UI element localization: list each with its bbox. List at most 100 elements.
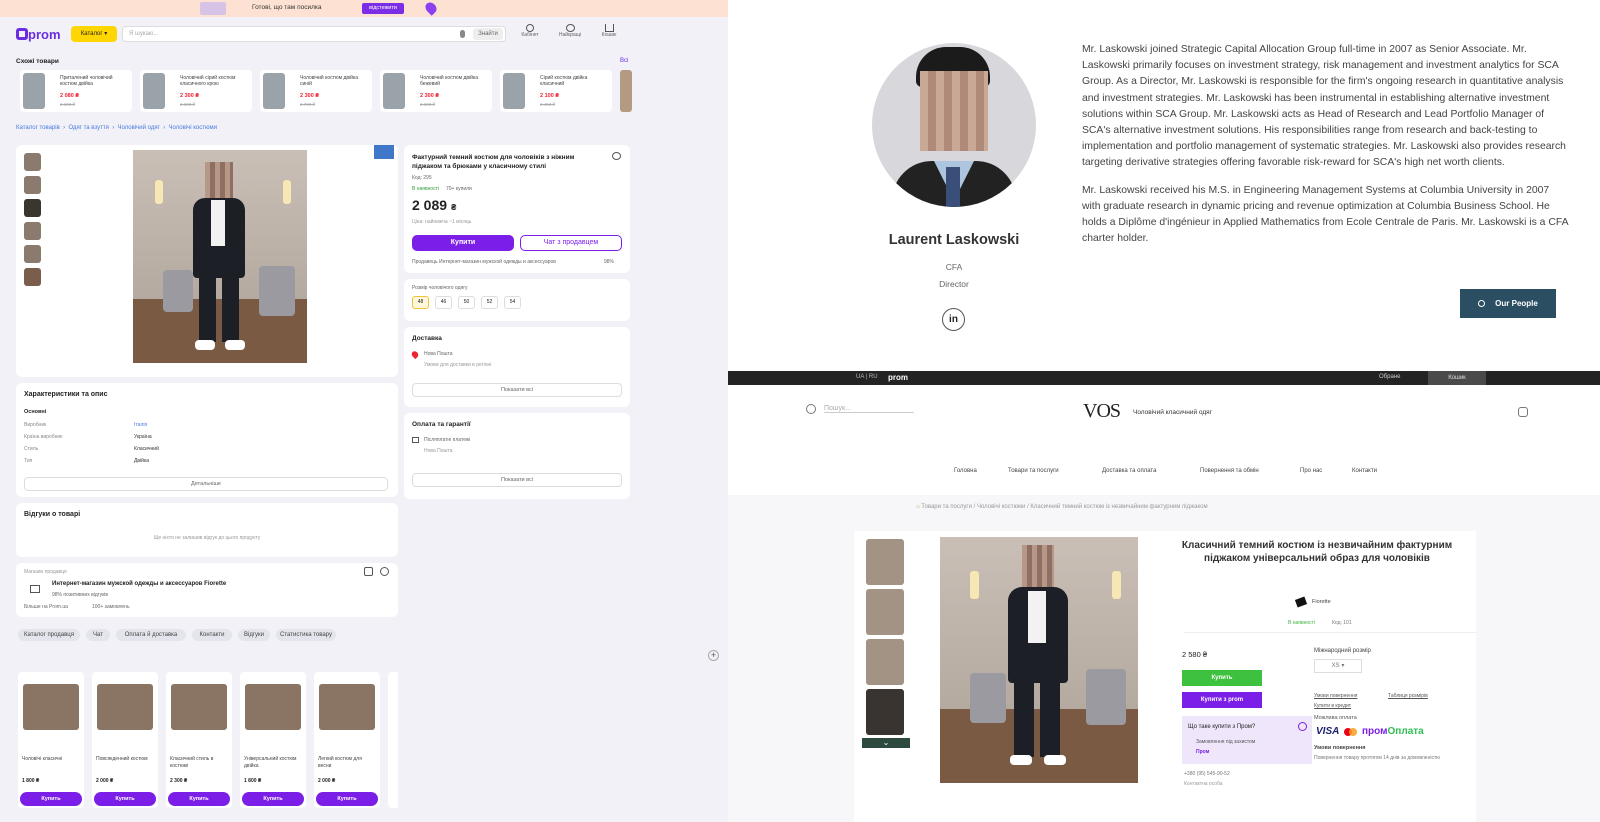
chat-button[interactable]: Чат з продавцем [520,235,622,251]
breadcrumb-item[interactable]: Каталог товарів [16,125,60,131]
delivery-more-button[interactable]: Показати всі [412,383,622,397]
breadcrumb-item[interactable]: Чоловічі костюми [168,125,216,131]
size-option[interactable]: 50 [458,296,475,309]
similar-product-image[interactable] [263,73,285,109]
cabinet-link[interactable]: Кабінет [518,24,542,38]
home-icon[interactable]: ⌂ [916,504,920,510]
heart-icon[interactable] [380,567,389,576]
vos-main-image[interactable] [940,537,1138,783]
vos-nav-item[interactable]: Головна [954,468,977,474]
gallery-thumb[interactable] [24,199,41,217]
similar-product-name[interactable]: Сірий костюм двійка класичний [540,75,608,87]
bottom-product-name[interactable]: Легкий костюм для весни [318,756,376,770]
vos-brand[interactable]: Fiorette [1312,599,1331,605]
payment-more-button[interactable]: Показати всі [412,473,622,487]
gallery-thumb[interactable] [24,222,41,240]
similar-product-name[interactable]: Чоловічий костюм двійка синій [300,75,368,87]
size-table-link[interactable]: Таблиця розмірів [1388,693,1428,699]
bottom-product-card[interactable]: Повсякденний костюм 2 000 ₴ Купить [92,672,158,808]
similar-product-card[interactable]: Чоловічий сірий костюм класичного крою 2 … [140,70,252,112]
phone-icon[interactable] [1518,407,1528,417]
gallery-thumb[interactable] [24,268,41,286]
bottom-product-image[interactable] [171,684,227,730]
vos-phone[interactable]: +380 (95) 545-90-52 [1184,771,1230,777]
bottom-buy-button[interactable]: Купить [94,792,156,806]
search-button[interactable]: Знайти [473,28,503,40]
bottom-buy-button[interactable]: Купить [20,792,82,806]
linkedin-icon[interactable]: in [942,308,965,331]
bottom-product-image[interactable] [23,684,79,730]
similar-product-name[interactable]: Приталений чоловічий костюм двійка [60,75,128,87]
vos-nav-item[interactable]: Про нас [1300,468,1322,474]
similar-product-card[interactable]: Чоловічий костюм двійка синій 2 300 ₴ 2 70… [260,70,372,112]
bottom-product-image[interactable] [319,684,375,730]
bottom-product-card[interactable] [388,672,398,808]
heart-icon[interactable] [612,152,621,160]
topbar-favorites[interactable]: Обране [1379,374,1400,380]
info-icon[interactable] [1298,722,1307,731]
our-people-button[interactable]: Our People [1460,289,1556,318]
vos-nav-item[interactable]: Товари та послуги [1008,468,1059,474]
vos-thumb[interactable] [866,589,904,635]
buy-button[interactable]: Купити [412,235,514,251]
prom-logo[interactable]: prom [16,27,61,42]
similar-product-card[interactable]: Приталений чоловічий костюм двійка 2 080 … [20,70,132,112]
vos-search-input[interactable]: Пошук... [824,405,914,413]
bottom-product-image[interactable] [97,684,153,730]
spec-value[interactable]: Італія [134,422,147,428]
seller-tag[interactable]: Статистика товару [276,629,336,641]
similar-product-card[interactable]: Чоловічий костюм двійка бежевий 2 300 ₴ 2 … [380,70,492,112]
seller-tag[interactable]: Оплата й доставка [116,629,186,641]
bottom-buy-button[interactable]: Купить [316,792,378,806]
cart-link[interactable]: Кошик [596,24,622,38]
product-main-image[interactable] [133,150,307,363]
vos-size-select[interactable]: XS ▾ [1314,659,1362,673]
bottom-product-name[interactable]: Повсякденний костюм [96,756,154,763]
gallery-thumb[interactable] [24,176,41,194]
prom-brand[interactable]: prom [888,373,908,382]
size-option[interactable]: 46 [435,296,452,309]
bottom-product-card[interactable]: Класичний стиль в костюмі 2 300 ₴ Купить [166,672,232,808]
microphone-icon[interactable] [460,30,465,38]
seller-line[interactable]: Продавець Интернет-магазин мужской одежд… [412,259,556,265]
catalog-button[interactable]: Каталог ▾ [71,26,117,42]
vos-nav-item[interactable]: Повернення та обмін [1200,468,1259,474]
seller-tag[interactable]: Чат [86,629,110,641]
topbar-cart[interactable]: Кошик [1428,371,1486,385]
breadcrumb-item[interactable]: Одяг та взуття [68,125,108,131]
similar-product-image[interactable] [143,73,165,109]
bottom-product-name[interactable]: Універсальний костюм двійка [244,756,302,770]
search-input[interactable]: Я шукаю... [129,31,158,37]
seller-tag[interactable]: Контакти [192,629,232,641]
size-option[interactable]: 48 [412,296,429,309]
size-option[interactable]: 52 [481,296,498,309]
plus-icon[interactable]: + [708,650,719,661]
gallery-thumb[interactable] [24,245,41,263]
seller-tag[interactable]: Каталог продавця [18,629,80,641]
vos-breadcrumb-text[interactable]: Товари та послуги / Чоловічі костюми / К… [921,504,1207,510]
similar-product-name[interactable]: Чоловічий сірий костюм класичного крою [180,75,248,87]
vos-thumb[interactable] [866,689,904,735]
favorites-link[interactable]: Найкращі [554,24,586,38]
similar-all-link[interactable]: Всі [620,58,628,64]
vos-thumb[interactable] [866,639,904,685]
language-switch[interactable]: UA | RU [856,374,878,380]
vos-thumb[interactable] [866,539,904,585]
bottom-product-name[interactable]: Класичний стиль в костюмі [170,756,228,770]
specs-more-button[interactable]: Детальніше [24,477,388,491]
search-bar[interactable]: Я шукаю... Знайти [122,26,506,42]
seller-tag[interactable]: Відгуки [238,629,270,641]
promo-banner[interactable]: Готові, що там посилка відстежити [0,0,728,17]
vos-buy-button[interactable]: Купить [1182,670,1262,686]
bottom-buy-button[interactable]: Купить [168,792,230,806]
vos-prom-buy-button[interactable]: Купити з prom [1182,692,1262,708]
similar-product-image[interactable] [620,70,632,112]
returns-link[interactable]: Умови повернення [1314,693,1357,699]
search-icon[interactable] [806,404,816,414]
similar-product-card[interactable]: Сірий костюм двійка класичний 2 100 ₴ 2 45… [500,70,612,112]
share-icon[interactable] [364,567,373,576]
bottom-product-card[interactable]: Універсальний костюм двійка 1 800 ₴ Купить [240,672,306,808]
banner-button[interactable]: відстежити [362,3,404,14]
breadcrumb-item[interactable]: Чоловічий одяг [118,125,160,131]
vos-logo[interactable]: VOS [1083,400,1121,423]
